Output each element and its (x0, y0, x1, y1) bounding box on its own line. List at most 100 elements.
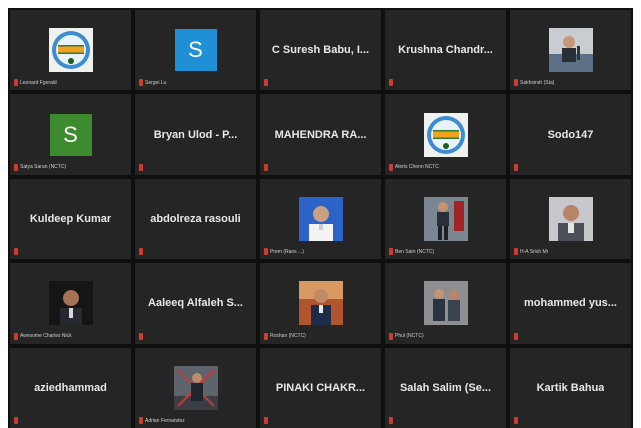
participant-tile[interactable]: Leonard Fgerald (10, 10, 131, 91)
participant-tile[interactable]: aziedhammad (10, 347, 131, 428)
mic-muted-icon (14, 332, 18, 340)
avatar (548, 196, 593, 241)
participant-caption (264, 416, 268, 425)
participant-name: abdolreza rasouli (150, 212, 241, 225)
participant-caption: Prem (Rans ...) (264, 247, 304, 256)
participant-name: Sodo147 (547, 128, 594, 141)
participant-tile[interactable]: Prem (Rans ...) (260, 178, 381, 260)
participant-caption (264, 163, 268, 172)
participant-tile[interactable]: C Suresh Babu, I... (260, 10, 381, 91)
caption-name: Awesome Charles Nick (20, 333, 72, 340)
participant-grid: Leonard Fgerald S Sergei Lu C Suresh Babu, … (10, 10, 631, 428)
mic-muted-icon (139, 332, 143, 340)
avatar (423, 196, 468, 241)
participant-tile[interactable]: Roshan (NCTC) (260, 263, 381, 344)
caption-name: Sakhsindr (Sta) (520, 79, 555, 86)
participant-caption: Aloris Chenn NCTC (389, 163, 439, 172)
participant-tile[interactable]: Bryan Ulod - P... (135, 94, 256, 175)
participant-name: Kuldeep Kumar (29, 212, 112, 225)
participant-tile[interactable]: S Satya Saran (NCTC) (10, 94, 131, 175)
participant-tile[interactable]: Aloris Chenn NCTC (385, 94, 506, 175)
avatar (48, 28, 93, 73)
caption-name: Roshan (NCTC) (270, 333, 306, 340)
mic-muted-icon (514, 248, 518, 256)
participant-tile[interactable]: Ben Sam (NCTC) (385, 178, 506, 260)
participant-tile[interactable]: mohammed yus... (510, 263, 631, 344)
mic-muted-icon (139, 163, 143, 171)
participant-tile[interactable]: MAHENDRA RA... (260, 94, 381, 175)
caption-name: Aloris Chenn NCTC (395, 164, 439, 171)
mic-muted-icon (264, 248, 268, 256)
mic-muted-icon (514, 79, 518, 87)
avatar (423, 112, 468, 157)
participant-caption: Awesome Charles Nick (14, 332, 72, 341)
participant-tile[interactable]: Sakhsindr (Sta) (510, 10, 631, 91)
caption-name: Prem (Rans ...) (270, 248, 304, 255)
mic-muted-icon (139, 79, 143, 87)
participant-caption: Roshan (NCTC) (264, 332, 306, 341)
participant-name: mohammed yus... (524, 297, 617, 310)
initial-avatar: S (174, 29, 217, 72)
participant-name: MAHENDRA RA... (274, 128, 367, 141)
participant-caption (389, 416, 393, 425)
participant-caption: Sakhsindr (Sta) (514, 78, 554, 87)
caption-name: Ben Sam (NCTC) (395, 248, 435, 255)
mic-muted-icon (514, 332, 518, 340)
participant-caption: Ben Sam (NCTC) (389, 247, 434, 256)
participant-tile[interactable]: Adrian Fernandez (135, 347, 256, 428)
caption-name: Leonard Fgerald (20, 79, 57, 86)
avatar (298, 281, 343, 326)
participant-caption: H-A Srish Mr (514, 247, 548, 256)
participant-tile[interactable]: Aaleeq Alfaleh S... (135, 263, 256, 344)
participant-tile[interactable]: H-A Srish Mr (510, 178, 631, 260)
participant-caption: Satya Saran (NCTC) (14, 163, 66, 172)
mic-muted-icon (389, 248, 393, 256)
participant-caption (139, 247, 143, 256)
participant-tile[interactable]: PINAKI CHAKR... (260, 347, 381, 428)
video-call-window: Leonard Fgerald S Sergei Lu C Suresh Babu, … (8, 8, 633, 428)
participant-tile[interactable]: Phul (NCTC) (385, 263, 506, 344)
participant-name: Salah Salim (Se... (399, 381, 492, 394)
caption-name: Sergei Lu (145, 79, 167, 86)
mic-muted-icon (14, 79, 18, 87)
participant-name: aziedhammad (34, 381, 107, 394)
participant-tile[interactable]: Sodo147 (510, 94, 631, 175)
participant-tile[interactable]: S Sergei Lu (135, 10, 256, 91)
avatar (423, 281, 468, 326)
participant-caption (389, 78, 393, 87)
participant-name: Kartik Bahua (536, 381, 605, 394)
participant-name: Bryan Ulod - P... (153, 128, 238, 141)
mic-muted-icon (264, 417, 268, 424)
caption-name: Satya Saran (NCTC) (20, 164, 67, 171)
participant-tile[interactable]: Kartik Bahua (510, 347, 631, 428)
caption-name: Adrian Fernandez (145, 417, 185, 424)
mic-muted-icon (14, 417, 18, 424)
participant-caption (139, 332, 143, 341)
caption-name: H-A Srish Mr (520, 248, 549, 255)
participant-tile[interactable]: Awesome Charles Nick (10, 263, 131, 344)
participant-tile[interactable]: Salah Salim (Se... (385, 347, 506, 428)
caption-name: Phul (NCTC) (395, 333, 424, 340)
participant-name: PINAKI CHAKR... (275, 381, 366, 394)
participant-caption (514, 332, 518, 341)
mic-muted-icon (389, 332, 393, 340)
participant-caption: Phul (NCTC) (389, 332, 424, 341)
participant-caption: Leonard Fgerald (14, 78, 57, 87)
participant-tile[interactable]: abdolreza rasouli (135, 178, 256, 260)
participant-tile[interactable]: Krushna Chandr... (385, 10, 506, 91)
participant-caption (514, 416, 518, 425)
mic-muted-icon (14, 163, 18, 171)
participant-name: Aaleeq Alfaleh S... (148, 297, 243, 310)
mic-muted-icon (14, 248, 18, 256)
mic-muted-icon (514, 417, 518, 424)
participant-caption: Sergei Lu (139, 78, 166, 87)
mic-muted-icon (514, 163, 518, 171)
participant-tile[interactable]: Kuldeep Kumar (10, 178, 131, 260)
mic-muted-icon (264, 332, 268, 340)
participant-name: C Suresh Babu, I... (271, 44, 370, 57)
avatar (173, 365, 218, 410)
participant-caption (14, 247, 18, 256)
initial-avatar: S (49, 113, 92, 156)
avatar (298, 196, 343, 241)
avatar (548, 28, 593, 73)
